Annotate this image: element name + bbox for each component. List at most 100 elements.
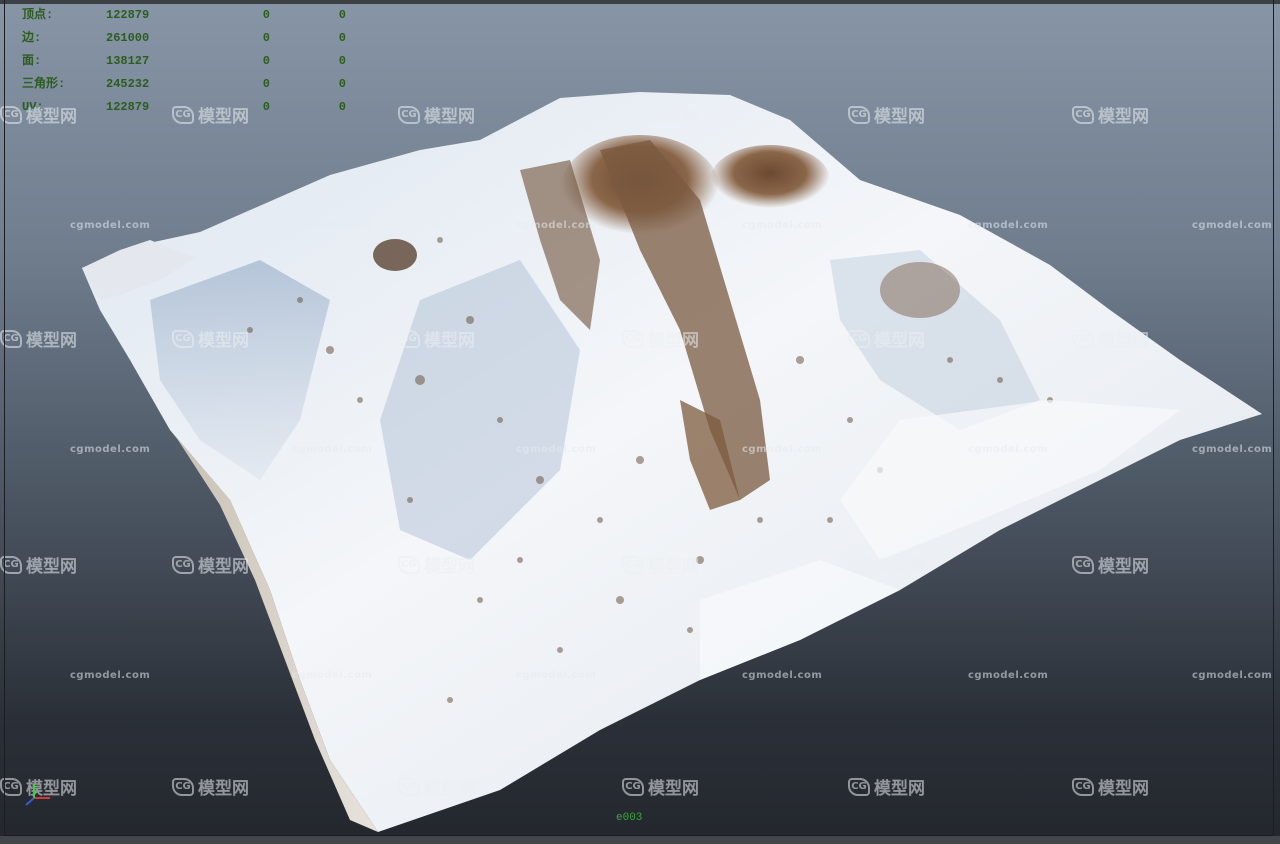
watermark-brand: 模型网 bbox=[648, 557, 699, 577]
watermark-logo: CG 模型网 bbox=[848, 774, 925, 799]
watermark-brand: 模型网 bbox=[198, 779, 249, 799]
watermark-site: cgmodel.com bbox=[1192, 220, 1273, 231]
hud-label: 边: bbox=[22, 31, 42, 45]
watermark-brand: 模型网 bbox=[198, 107, 249, 127]
cg-logo-icon: CG bbox=[1072, 329, 1094, 348]
watermark-brand: 模型网 bbox=[874, 557, 925, 577]
cg-logo-icon: CG bbox=[172, 105, 194, 124]
watermark-brand: 模型网 bbox=[1098, 331, 1149, 351]
cg-logo-icon: CG bbox=[622, 777, 644, 796]
cg-logo-icon: CG bbox=[1072, 777, 1094, 796]
watermark-logo: CG 模型网 bbox=[1072, 774, 1149, 799]
watermark-brand: 模型网 bbox=[1098, 779, 1149, 799]
watermark-brand: 模型网 bbox=[874, 107, 925, 127]
hud-value: 0 bbox=[338, 100, 346, 114]
watermark-logo: CG 模型网 bbox=[398, 326, 475, 351]
watermark-site: cgmodel.com bbox=[968, 670, 1049, 681]
watermark-site: cgmodel.com bbox=[968, 444, 1049, 455]
watermark-brand: 模型网 bbox=[198, 557, 249, 577]
watermark-site: cgmodel.com bbox=[516, 444, 597, 455]
watermark-brand: 模型网 bbox=[26, 107, 77, 127]
watermark-logo: CG 模型网 bbox=[622, 102, 699, 127]
watermark-site: cgmodel.com bbox=[292, 220, 373, 231]
watermark-logo: CG 模型网 bbox=[1072, 102, 1149, 127]
cg-logo-icon: CG bbox=[398, 555, 420, 574]
hud-row-triangles: 三角形: 245232 0 0 bbox=[22, 73, 346, 96]
cg-logo-icon: CG bbox=[398, 777, 420, 796]
hud-row-vertices: 顶点: 122879 0 0 bbox=[22, 4, 346, 27]
watermark-site: cgmodel.com bbox=[968, 220, 1049, 231]
watermark-site: cgmodel.com bbox=[292, 444, 373, 455]
watermark-brand: 模型网 bbox=[1098, 557, 1149, 577]
hud-label: 面: bbox=[22, 54, 42, 68]
cg-logo-icon: CG bbox=[172, 555, 194, 574]
hud-value: 0 bbox=[338, 54, 346, 68]
axis-gizmo-icon bbox=[25, 784, 50, 806]
watermark-site: cgmodel.com bbox=[70, 670, 151, 681]
cg-logo-icon: CG bbox=[0, 329, 22, 348]
hud-value: 122879 bbox=[106, 8, 150, 22]
watermark-site: cgmodel.com bbox=[70, 444, 151, 455]
cg-logo-icon: CG bbox=[0, 777, 22, 796]
hud-value: 0 bbox=[262, 31, 270, 45]
watermark-logo: CG 模型网 bbox=[172, 552, 249, 577]
watermark-brand: 模型网 bbox=[424, 557, 475, 577]
cg-logo-icon: CG bbox=[848, 777, 870, 796]
hud-label: 顶点: bbox=[22, 8, 54, 22]
cg-logo-icon: CG bbox=[622, 555, 644, 574]
hud-value: 0 bbox=[338, 8, 346, 22]
watermark-logo: CG 模型网 bbox=[172, 774, 249, 799]
rock-peak-right bbox=[710, 145, 830, 215]
hud-value: 0 bbox=[338, 31, 346, 45]
hud-value: 0 bbox=[262, 8, 270, 22]
watermark-brand: 模型网 bbox=[648, 779, 699, 799]
watermark-brand: 模型网 bbox=[874, 779, 925, 799]
watermark-brand: 模型网 bbox=[198, 331, 249, 351]
watermark-logo: CG 模型网 bbox=[1072, 552, 1149, 577]
watermark-brand: 模型网 bbox=[1098, 107, 1149, 127]
cg-logo-icon: CG bbox=[172, 329, 194, 348]
watermark-site: cgmodel.com bbox=[1192, 444, 1273, 455]
watermark-brand: 模型网 bbox=[26, 557, 77, 577]
watermark-logo: CG 模型网 bbox=[622, 774, 699, 799]
watermark-site: cgmodel.com bbox=[742, 670, 823, 681]
watermark-logo: CG 模型网 bbox=[848, 552, 925, 577]
hud-value: 0 bbox=[262, 77, 270, 91]
watermark-logo: CG 模型网 bbox=[398, 552, 475, 577]
hud-value: 0 bbox=[262, 54, 270, 68]
cg-logo-icon: CG bbox=[622, 105, 644, 124]
watermark-logo: CG 模型网 bbox=[0, 326, 77, 351]
watermark-logo: CG 模型网 bbox=[1072, 326, 1149, 351]
hud-value: 245232 bbox=[106, 77, 150, 91]
cg-logo-icon: CG bbox=[0, 105, 22, 124]
cg-logo-icon: CG bbox=[1072, 105, 1094, 124]
cg-logo-icon: CG bbox=[0, 555, 22, 574]
hud-value: 138127 bbox=[106, 54, 150, 68]
watermark-logo: CG 模型网 bbox=[622, 326, 699, 351]
hud-row-faces: 面: 138127 0 0 bbox=[22, 50, 346, 73]
watermark-brand: 模型网 bbox=[424, 107, 475, 127]
watermark-site: cgmodel.com bbox=[70, 220, 151, 231]
cg-logo-icon: CG bbox=[848, 555, 870, 574]
hud-value: 0 bbox=[338, 77, 346, 91]
watermark-site: cgmodel.com bbox=[292, 670, 373, 681]
watermark-logo: CG 模型网 bbox=[0, 552, 77, 577]
hud-label: 三角形: bbox=[22, 77, 66, 91]
cg-logo-icon: CG bbox=[1072, 555, 1094, 574]
watermark-site: cgmodel.com bbox=[1192, 670, 1273, 681]
watermark-brand: 模型网 bbox=[424, 331, 475, 351]
3d-viewport[interactable]: 顶点: 122879 0 0 边: 261000 0 0 面: 138127 0… bbox=[0, 0, 1280, 844]
cg-logo-icon: CG bbox=[172, 777, 194, 796]
watermark-site: cgmodel.com bbox=[516, 670, 597, 681]
watermark-logo: CG 模型网 bbox=[848, 102, 925, 127]
watermark-logo: CG 模型网 bbox=[622, 552, 699, 577]
hud-value: 261000 bbox=[106, 31, 150, 45]
watermark-brand: 模型网 bbox=[648, 331, 699, 351]
watermark-site: cgmodel.com bbox=[742, 220, 823, 231]
watermark-logo: CG 模型网 bbox=[172, 102, 249, 127]
frame-counter: e003 bbox=[616, 812, 643, 824]
cg-logo-icon: CG bbox=[622, 329, 644, 348]
status-bar bbox=[0, 836, 1280, 844]
cg-logo-icon: CG bbox=[398, 329, 420, 348]
rock-outcrop-right bbox=[880, 262, 960, 318]
